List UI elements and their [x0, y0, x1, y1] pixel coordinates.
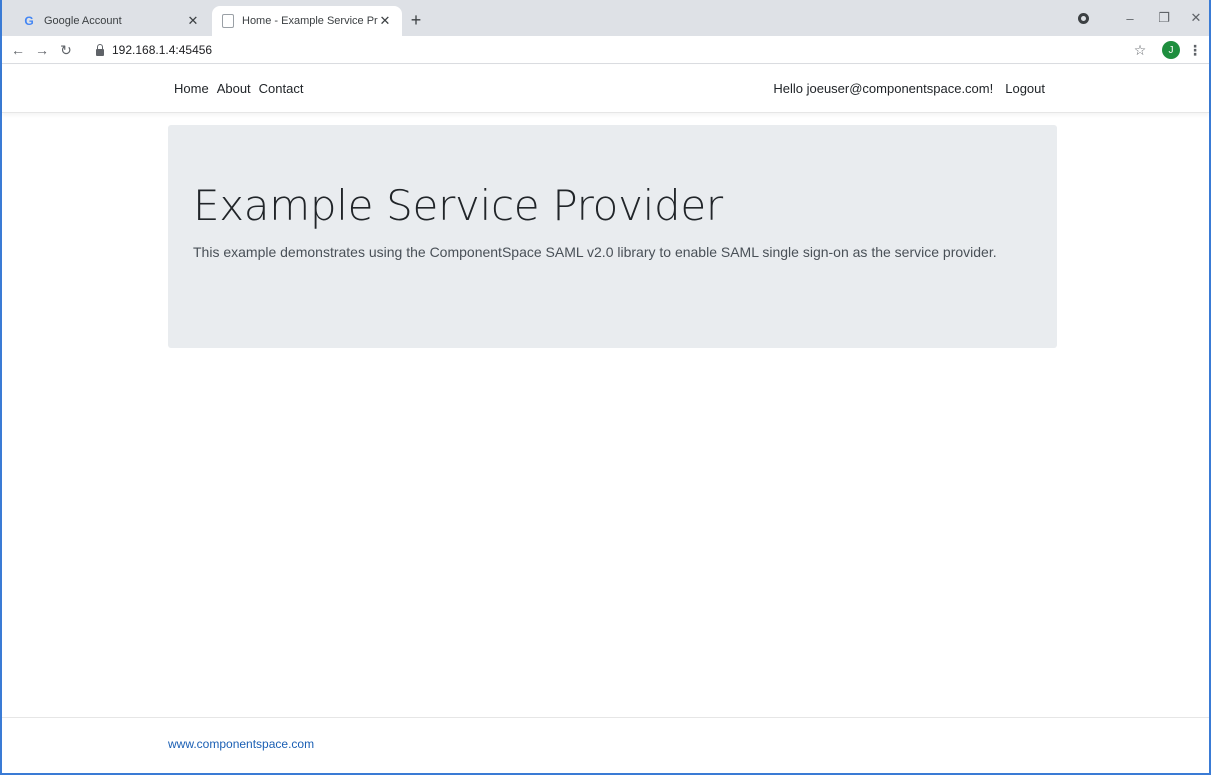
- nav-link-home[interactable]: Home: [174, 81, 209, 96]
- browser-window: G Google Account ✕ Home - Example Servic…: [0, 0, 1211, 775]
- jumbotron: Example Service Provider This example de…: [168, 125, 1057, 348]
- close-window-icon[interactable]: ✕: [1186, 8, 1206, 28]
- bookmark-star-icon[interactable]: ☆: [1130, 40, 1150, 60]
- url-text[interactable]: 192.168.1.4:45456: [112, 43, 212, 57]
- tab-close-icon[interactable]: ✕: [186, 13, 200, 28]
- page-title: Example Service Provider: [193, 181, 723, 230]
- nav-links: Home About Contact: [174, 81, 303, 96]
- google-g-icon: G: [24, 14, 34, 28]
- extension-icon[interactable]: [1078, 13, 1089, 24]
- site-footer: www.componentspace.com: [2, 717, 1209, 773]
- tab-strip: G Google Account ✕ Home - Example Servic…: [2, 0, 1209, 36]
- new-tab-plus-icon[interactable]: +: [406, 10, 426, 30]
- lead-text: This example demonstrates using the Comp…: [193, 244, 997, 260]
- minimize-icon[interactable]: –: [1120, 8, 1140, 28]
- tab-home-example-service-provider[interactable]: Home - Example Service Provider ✕: [212, 6, 402, 36]
- lock-icon[interactable]: [96, 43, 104, 56]
- reload-icon[interactable]: ↻: [56, 40, 76, 60]
- forward-arrow-icon[interactable]: →: [32, 40, 52, 60]
- profile-avatar[interactable]: J: [1162, 41, 1180, 59]
- tab-title: Google Account: [44, 15, 122, 27]
- restore-icon[interactable]: ❐: [1154, 8, 1174, 28]
- logout-link[interactable]: Logout: [1005, 81, 1045, 96]
- page-content: Home About Contact Hello joeuser@compone…: [2, 65, 1209, 773]
- browser-toolbar: ← → ↻ 192.168.1.4:45456 ☆ J ⋮: [2, 36, 1209, 64]
- address-bar[interactable]: 192.168.1.4:45456: [92, 39, 1148, 61]
- site-navbar: Home About Contact Hello joeuser@compone…: [2, 65, 1209, 113]
- footer-link[interactable]: www.componentspace.com: [168, 737, 314, 751]
- document-icon: [222, 14, 234, 28]
- nav-link-contact[interactable]: Contact: [259, 81, 304, 96]
- nav-user-area: Hello joeuser@componentspace.com! Logout: [773, 81, 1045, 96]
- tab-title: Home - Example Service Provider: [242, 15, 378, 27]
- tab-google-account[interactable]: G Google Account ✕: [12, 6, 210, 36]
- nav-link-about[interactable]: About: [217, 81, 251, 96]
- user-greeting-link[interactable]: Hello joeuser@componentspace.com!: [773, 81, 993, 96]
- menu-kebab-icon[interactable]: ⋮: [1188, 40, 1202, 60]
- back-arrow-icon[interactable]: ←: [8, 40, 28, 60]
- tab-close-icon[interactable]: ✕: [378, 13, 392, 28]
